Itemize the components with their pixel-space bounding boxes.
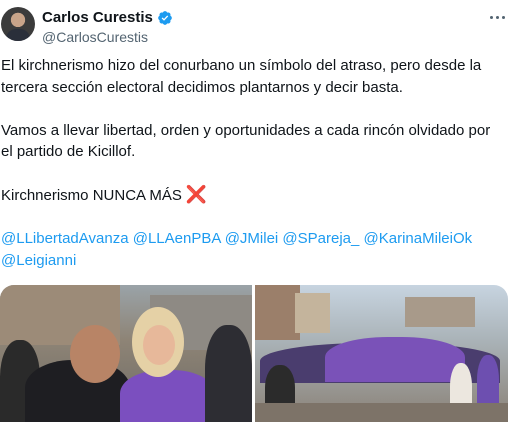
tweet-header: Carlos Curestis @CarlosCurestis <box>0 0 508 52</box>
mention-link[interactable]: @KarinaMileiOk <box>364 230 473 247</box>
author-name[interactable]: Carlos Curestis <box>42 9 153 26</box>
mention-link[interactable]: @LLAenPBA <box>133 230 221 247</box>
tweet-paragraph: Kirchnerismo NUNCA MÁS ❌ <box>1 184 506 207</box>
more-options-icon[interactable] <box>486 10 508 24</box>
cross-mark-icon: ❌ <box>185 185 208 204</box>
mentions-list: @LLibertadAvanza @LLAenPBA @JMilei @SPar… <box>1 228 506 271</box>
mention-link[interactable]: @SPareja_ <box>282 230 359 247</box>
tweet-paragraph: Vamos a llevar libertad, orden y oportun… <box>1 121 491 161</box>
tweet-text: El kirchnerismo hizo del conurbano un sí… <box>1 55 506 271</box>
tweet-photo-group[interactable] <box>255 285 508 422</box>
author-avatar[interactable] <box>1 7 35 41</box>
tweet-paragraph: El kirchnerismo hizo del conurbano un sí… <box>1 57 482 96</box>
tweet-media <box>0 285 508 422</box>
mention-link[interactable]: @Leigianni <box>1 252 76 269</box>
author-handle[interactable]: @CarlosCurestis <box>42 29 148 45</box>
verified-badge-icon <box>158 10 172 25</box>
mention-link[interactable]: @LLibertadAvanza <box>1 230 129 247</box>
mention-link[interactable]: @JMilei <box>225 230 279 247</box>
tweet-slogan: Kirchnerismo NUNCA MÁS <box>1 187 182 204</box>
author-name-row: Carlos Curestis <box>42 9 173 26</box>
tweet-photo-selfie[interactable] <box>0 285 252 422</box>
